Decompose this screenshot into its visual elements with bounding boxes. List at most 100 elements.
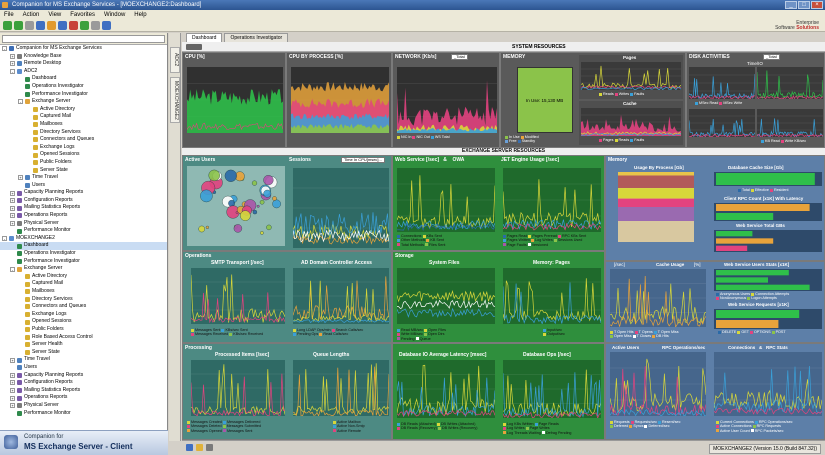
tree-item[interactable]: Users (0, 182, 167, 190)
tree-filter-input[interactable] (2, 34, 165, 43)
tree-item[interactable]: - Exchange Server (0, 265, 167, 273)
menu-window[interactable]: Window (104, 10, 125, 20)
tree-item[interactable]: + Physical Server (0, 402, 167, 410)
menu-action[interactable]: Action (23, 10, 40, 20)
tree-item[interactable]: + Time Travel (0, 356, 167, 364)
collapse-icon[interactable]: - (10, 69, 15, 75)
expand-icon[interactable]: + (10, 220, 15, 226)
tree-item[interactable]: Dashboard (0, 242, 167, 251)
tree-item[interactable]: Captured Mail (0, 280, 167, 288)
tree-item[interactable]: Performance Investigator (0, 258, 167, 266)
tree-item[interactable]: + Remote Desktop (0, 60, 167, 68)
tree-item[interactable]: Connectors and Queues (0, 303, 167, 311)
tree-item[interactable]: Performance Monitor (0, 410, 167, 418)
tree-item[interactable]: Active Directory (0, 106, 167, 114)
network-adapter-select[interactable]: _Total (451, 54, 468, 60)
help-icon[interactable] (102, 21, 111, 30)
collapse-icon[interactable]: - (2, 236, 7, 242)
vtab-moexchange2[interactable]: MOEXCHANGE2 (170, 77, 180, 123)
export-icon[interactable] (91, 21, 100, 30)
minimize-button[interactable]: _ (785, 1, 797, 9)
disk-select[interactable]: _Total (763, 54, 780, 60)
up-icon[interactable] (25, 21, 34, 30)
tab-operations-investigator[interactable]: Operations Investigator (224, 33, 289, 42)
forward-icon[interactable] (14, 21, 23, 30)
tree-item[interactable]: Operations Investigator (0, 83, 167, 91)
tree-item[interactable]: + Capacity Planning Reports (0, 372, 167, 380)
expand-icon[interactable]: + (10, 198, 15, 204)
expand-icon[interactable]: + (10, 372, 15, 378)
collapse-icon[interactable]: - (2, 46, 7, 52)
collapse-icon[interactable]: - (10, 266, 15, 272)
tree-item[interactable]: + Configuration Reports (0, 379, 167, 387)
tree-item[interactable]: Server State (0, 167, 167, 175)
tree-item[interactable]: Mailboxes (0, 121, 167, 129)
menu-file[interactable]: File (4, 10, 14, 20)
tree-item[interactable]: - MOEXCHANGE2 (0, 235, 167, 243)
tree-item[interactable]: Role Based Access Control (0, 334, 167, 342)
expand-icon[interactable]: + (10, 357, 15, 363)
tree-item[interactable]: Public Folders (0, 326, 167, 334)
expand-icon[interactable]: + (10, 395, 15, 401)
menu-help[interactable]: Help (134, 10, 146, 20)
tree-item[interactable]: + Configuration Reports (0, 197, 167, 205)
expand-icon[interactable]: + (10, 53, 15, 59)
favorite-star-icon[interactable] (196, 444, 203, 451)
tree-item[interactable]: + Operations Reports (0, 212, 167, 220)
tree-item[interactable]: Active Directory (0, 273, 167, 281)
start-icon[interactable] (80, 21, 89, 30)
menu-view[interactable]: View (48, 10, 61, 20)
tree-item[interactable]: Server State (0, 349, 167, 357)
show-tree-icon[interactable] (36, 21, 45, 30)
tree-item[interactable]: + Mailing Statistics Reports (0, 204, 167, 212)
tree-item[interactable]: Public Folders (0, 159, 167, 167)
tree-item[interactable]: Exchange Logs (0, 144, 167, 152)
tree-item[interactable]: Opened Sessions (0, 318, 167, 326)
tree-item[interactable]: Performance Monitor (0, 227, 167, 235)
tree-item[interactable]: - Exchange Server (0, 98, 167, 106)
expand-icon[interactable]: + (10, 403, 15, 409)
tree-item[interactable]: Opened Sessions (0, 151, 167, 159)
expand-icon[interactable]: + (10, 380, 15, 386)
camera-pause-controls[interactable] (186, 44, 202, 50)
tree-item[interactable]: - Companion for MS Exchange Services (0, 45, 167, 53)
tree-item[interactable]: + Knowledge Base (0, 53, 167, 61)
close-button[interactable]: × (811, 1, 823, 9)
tree-item[interactable]: Exchange Logs (0, 311, 167, 319)
refresh-icon[interactable] (58, 21, 67, 30)
tree-item[interactable]: Connectors and Queues (0, 136, 167, 144)
tree-item[interactable]: - ADC2 (0, 68, 167, 76)
sessions-metric-select[interactable]: Time In CPU[msec]... (341, 157, 385, 163)
expand-icon[interactable]: + (10, 388, 15, 394)
tree-item[interactable]: + Operations Reports (0, 394, 167, 402)
expand-icon[interactable]: + (10, 213, 15, 219)
maximize-button[interactable]: □ (798, 1, 810, 9)
tree-item[interactable]: + Capacity Planning Reports (0, 189, 167, 197)
expand-icon[interactable]: + (18, 175, 23, 181)
tree-item[interactable]: Server Health (0, 341, 167, 349)
properties-icon[interactable] (47, 21, 56, 30)
tree-item[interactable]: Captured Mail (0, 113, 167, 121)
collapse-icon[interactable]: - (18, 99, 23, 105)
settings-gear-icon[interactable] (206, 444, 213, 451)
tree-item[interactable]: Operations Investigator (0, 250, 167, 258)
tree-item[interactable]: Directory Services (0, 296, 167, 304)
tree-item[interactable]: + Mailing Statistics Reports (0, 387, 167, 395)
layout-icon[interactable] (186, 444, 193, 451)
tree-item[interactable]: Directory Services (0, 129, 167, 137)
expand-icon[interactable]: + (10, 190, 15, 196)
stop-icon[interactable] (69, 21, 78, 30)
tree-item[interactable]: Dashboard (0, 75, 167, 83)
tree-item[interactable]: + Physical Server (0, 220, 167, 228)
tree-item[interactable]: + Time Travel (0, 174, 167, 182)
memory-in-use-block: In Use: 15,130 MB (517, 67, 573, 133)
tree-item[interactable]: Users (0, 364, 167, 372)
back-icon[interactable] (3, 21, 12, 30)
vtab-adc2[interactable]: ADC2 (170, 47, 180, 73)
tree-item[interactable]: Mailboxes (0, 288, 167, 296)
expand-icon[interactable]: + (10, 61, 15, 67)
menu-favorites[interactable]: Favorites (70, 10, 95, 20)
tree-item[interactable]: Performance Investigator (0, 91, 167, 99)
tab-dashboard[interactable]: Dashboard (186, 33, 223, 42)
expand-icon[interactable]: + (10, 205, 15, 211)
